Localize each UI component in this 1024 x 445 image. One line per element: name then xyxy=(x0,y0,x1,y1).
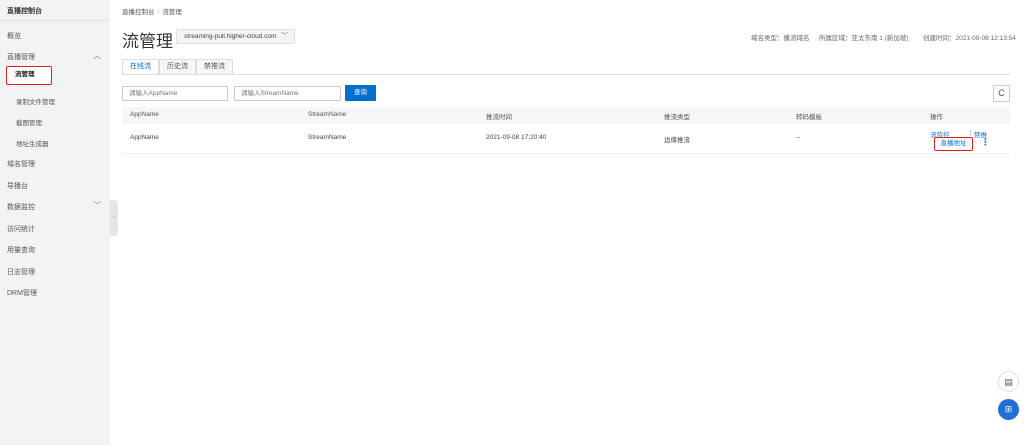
column-header: 转码模板 xyxy=(796,114,822,121)
sidebar-item-drm-management[interactable]: DRM管理 xyxy=(7,288,37,298)
domain-select[interactable]: streaming-pull.higher-cloud.com ﹀ xyxy=(176,29,295,44)
refresh-icon: C xyxy=(998,88,1005,98)
cell-transcode-template: -- xyxy=(796,134,801,141)
region: 所属区域：亚太东南 1 (新加坡) xyxy=(819,35,909,42)
column-header: 推流时间 xyxy=(486,114,512,121)
column-header: StreamName xyxy=(308,111,347,118)
column-header: AppName xyxy=(130,111,159,118)
cell-appname: AppName xyxy=(130,134,159,141)
page-title: 流管理 xyxy=(122,32,173,51)
table-row: AppName StreamName 2021-09-08 17:20:40 边… xyxy=(122,124,1010,154)
appname-input[interactable] xyxy=(122,86,228,101)
apps-button[interactable]: ⊞ xyxy=(998,399,1019,420)
chevron-up-icon[interactable]: ︿ xyxy=(93,50,101,61)
streamname-input[interactable] xyxy=(234,86,341,101)
breadcrumb-root[interactable]: 直播控制台 xyxy=(122,9,155,16)
sidebar-item-data-monitoring[interactable]: 数据监控 xyxy=(7,202,35,212)
chevron-down-icon[interactable]: ﹀ xyxy=(93,200,101,211)
more-actions-icon[interactable]: ⋮ xyxy=(981,137,990,148)
cell-push-type: 边缘推流 xyxy=(664,137,690,144)
domain-type: 域名类型：播流域名 xyxy=(751,35,810,42)
sidebar-item-usage-query[interactable]: 用量查询 xyxy=(7,245,35,255)
breadcrumb: 直播控制台 / 流管理 xyxy=(122,6,182,16)
table-header: AppName StreamName 推流时间 推流类型 转码模板 操作 xyxy=(122,107,1010,124)
cell-streamname: StreamName xyxy=(308,134,347,141)
tab-banned-streams[interactable]: 禁推流 xyxy=(196,59,233,75)
chevron-down-icon: ﹀ xyxy=(281,33,288,40)
sidebar-item-screenshots[interactable]: 截图管理 xyxy=(16,117,42,127)
sidebar-item-overview[interactable]: 概览 xyxy=(7,31,21,41)
action-divider xyxy=(970,130,971,136)
tab-divider xyxy=(122,74,1010,75)
sidebar-divider xyxy=(0,20,110,21)
breadcrumb-current: 流管理 xyxy=(162,9,182,16)
sidebar-item-domain-management[interactable]: 域名管理 xyxy=(7,159,35,169)
sidebar-item-log-management[interactable]: 日志管理 xyxy=(7,267,35,277)
sidebar-item-url-generator[interactable]: 地址生成器 xyxy=(16,138,49,148)
column-header: 推流类型 xyxy=(664,114,690,121)
live-url-link[interactable]: 直播地址 xyxy=(934,137,973,151)
chat-icon: ▤ xyxy=(1004,377,1013,387)
sidebar-item-recording-files[interactable]: 录制文件管理 xyxy=(16,96,55,106)
console-title: 直播控制台 xyxy=(7,8,42,15)
sidebar-item-access-stats[interactable]: 访问统计 xyxy=(7,224,35,234)
sidebar-item-stream-management[interactable]: 流管理 xyxy=(6,66,52,85)
query-button[interactable]: 查询 xyxy=(345,85,376,101)
breadcrumb-separator: / xyxy=(157,9,160,16)
sidebar-item-live-management[interactable]: 直播管理 xyxy=(7,52,35,62)
domain-select-value: streaming-pull.higher-cloud.com xyxy=(184,33,277,40)
main-content: 直播控制台 / 流管理 流管理 streaming-pull.higher-clou… xyxy=(110,0,1024,445)
cell-push-time: 2021-09-08 17:20:40 xyxy=(486,134,547,141)
refresh-button[interactable]: C xyxy=(993,85,1010,102)
column-header: 操作 xyxy=(930,114,943,121)
tab-online-streams[interactable]: 在线流 xyxy=(122,59,159,75)
tab-history-streams[interactable]: 历史流 xyxy=(159,59,196,75)
feedback-button[interactable]: ▤ xyxy=(998,371,1019,392)
created-time: 创建时间：2021-09-08 12:13:54 xyxy=(923,35,1016,42)
sidebar-item-director[interactable]: 导播台 xyxy=(7,181,28,191)
grid-icon: ⊞ xyxy=(1004,404,1013,414)
sidebar: 直播控制台 概览 直播管理 ︿ 流管理 录制文件管理 截图管理 地址生成器 域名… xyxy=(0,0,110,445)
